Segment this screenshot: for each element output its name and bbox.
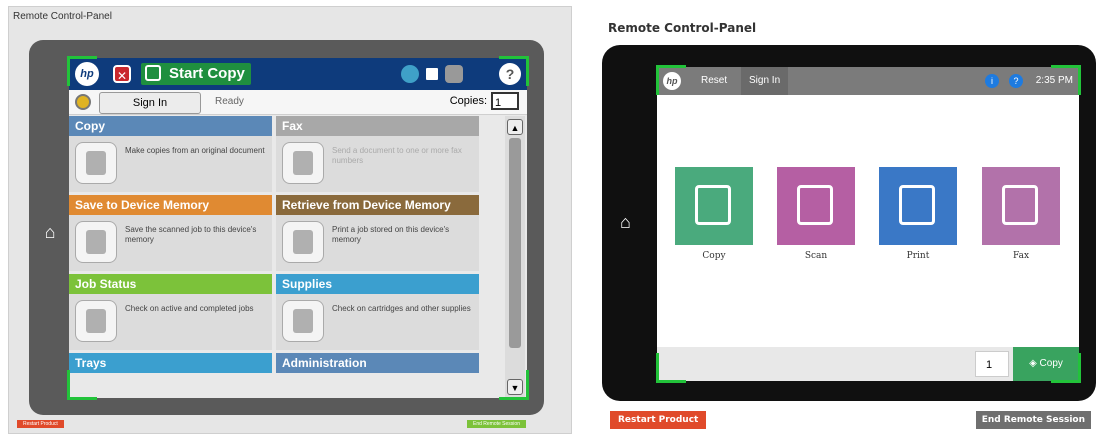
- copy-icon: [675, 167, 753, 245]
- language-icon[interactable]: [445, 65, 463, 83]
- copies-input[interactable]: 1: [491, 92, 519, 110]
- reset-button[interactable]: Reset: [693, 67, 735, 95]
- top-bar: hp ✕ Start Copy ?: [69, 58, 527, 90]
- tile-desc: Print a job stored on this device's memo…: [332, 225, 450, 244]
- tile-save-to-device-memory[interactable]: Save to Device Memory Save the scanned j…: [69, 195, 272, 271]
- start-copy-button[interactable]: Start Copy: [141, 63, 251, 85]
- restart-product-button[interactable]: Restart Product: [17, 420, 64, 428]
- tile-desc: Save the scanned job to this device's me…: [125, 225, 257, 244]
- sign-in-button[interactable]: Sign In: [741, 67, 789, 95]
- highlight-corner: [67, 370, 97, 400]
- app-label: Scan: [804, 251, 828, 261]
- highlight-corner: [67, 56, 97, 86]
- highlight-corner: [656, 65, 686, 95]
- scan-icon: [777, 167, 855, 245]
- tile-fax[interactable]: Fax Send a document to one or more fax n…: [276, 116, 479, 192]
- tile-title: Trays: [69, 353, 272, 373]
- app-scan[interactable]: Scan: [777, 167, 855, 261]
- tile-title: Administration: [276, 353, 479, 373]
- tile-retrieve-from-device-memory[interactable]: Retrieve from Device Memory Print a job …: [276, 195, 479, 271]
- tile-desc: Check on cartridges and other supplies: [332, 304, 471, 313]
- tile-supplies[interactable]: Supplies Check on cartridges and other s…: [276, 274, 479, 350]
- copy-glyph: [695, 185, 731, 225]
- copy-icon: [75, 142, 117, 184]
- status-bar: Sign In Ready Copies: 1: [69, 90, 527, 115]
- app-label: Copy: [702, 251, 726, 261]
- info-icon[interactable]: i: [985, 74, 999, 88]
- end-remote-session-button[interactable]: End Remote Session: [975, 411, 1091, 429]
- supplies-icon: [282, 300, 324, 342]
- app-label: Print: [906, 251, 930, 261]
- tile-copy[interactable]: Copy Make copies from an original docume…: [69, 116, 272, 192]
- highlight-corner: [1051, 353, 1081, 383]
- end-remote-session-button[interactable]: End Remote Session: [467, 420, 526, 428]
- fax-icon: [982, 167, 1060, 245]
- help-icon[interactable]: ?: [1009, 74, 1023, 88]
- sleep-icon[interactable]: [423, 65, 441, 83]
- tile-administration[interactable]: Administration: [276, 353, 479, 373]
- highlight-corner: [1051, 65, 1081, 95]
- tile-desc: Send a document to one or more fax numbe…: [332, 146, 462, 165]
- home-icon[interactable]: ⌂: [39, 222, 61, 244]
- tile-title: Job Status: [69, 274, 272, 294]
- scan-glyph: [797, 185, 833, 225]
- panel-title: Remote Control-Panel: [608, 21, 757, 35]
- device-bezel: ⌂ hp Reset Sign In i ? 2:35 PM Copy Scan…: [602, 45, 1096, 401]
- sign-in-button[interactable]: Sign In: [99, 92, 201, 114]
- tile-title: Save to Device Memory: [69, 195, 272, 215]
- app-print[interactable]: Print: [879, 167, 957, 261]
- bottom-bar: 1 ◈ Copy: [657, 347, 1079, 381]
- status-text: Ready: [215, 96, 244, 107]
- device-bezel: ⌂ hp ✕ Start Copy ? Sign In Ready Copies…: [29, 40, 544, 415]
- start-icon: [145, 65, 161, 81]
- tile-job-status[interactable]: Job Status Check on active and completed…: [69, 274, 272, 350]
- retrieve-icon: [282, 221, 324, 263]
- tile-desc: Make copies from an original document: [125, 146, 265, 155]
- tile-desc: Check on active and completed jobs: [125, 304, 254, 313]
- top-bar: hp Reset Sign In i ? 2:35 PM: [657, 67, 1079, 95]
- scroll-up-icon[interactable]: ▲: [507, 119, 523, 135]
- fax-icon: [282, 142, 324, 184]
- panel-title: Remote Control-Panel: [13, 11, 112, 22]
- copies-input[interactable]: 1: [975, 351, 1009, 377]
- status-light-icon: [75, 94, 91, 110]
- home-icon[interactable]: ⌂: [620, 212, 631, 233]
- start-copy-label: Start Copy: [169, 65, 245, 82]
- stop-icon[interactable]: ✕: [113, 65, 131, 83]
- app-copy[interactable]: Copy: [675, 167, 753, 261]
- fax-glyph: [1002, 185, 1038, 225]
- highlight-corner: [656, 353, 686, 383]
- app-label: Fax: [1012, 251, 1030, 261]
- tile-title: Supplies: [276, 274, 479, 294]
- device-screen: hp ✕ Start Copy ? Sign In Ready Copies: …: [69, 58, 527, 398]
- tile-title: Copy: [69, 116, 272, 136]
- job-status-icon: [75, 300, 117, 342]
- copies-label: Copies:: [449, 95, 487, 107]
- highlight-corner: [499, 56, 529, 86]
- highlight-corner: [499, 370, 529, 400]
- tile-trays[interactable]: Trays: [69, 353, 272, 373]
- scroll-thumb[interactable]: [509, 138, 521, 348]
- device-screen: hp Reset Sign In i ? 2:35 PM Copy Scan P…: [657, 67, 1079, 381]
- save-icon: [75, 221, 117, 263]
- print-icon: [879, 167, 957, 245]
- network-icon[interactable]: [401, 65, 419, 83]
- print-glyph: [899, 185, 935, 225]
- restart-product-button[interactable]: Restart Product: [610, 411, 707, 429]
- right-remote-panel: Remote Control-Panel ⌂ hp Reset Sign In …: [600, 12, 1097, 436]
- tile-title: Retrieve from Device Memory: [276, 195, 479, 215]
- tile-title: Fax: [276, 116, 479, 136]
- scrollbar[interactable]: ▲ ▼: [505, 116, 525, 398]
- left-remote-panel: Remote Control-Panel ⌂ hp ✕ Start Copy ?…: [8, 6, 572, 434]
- app-fax[interactable]: Fax: [982, 167, 1060, 261]
